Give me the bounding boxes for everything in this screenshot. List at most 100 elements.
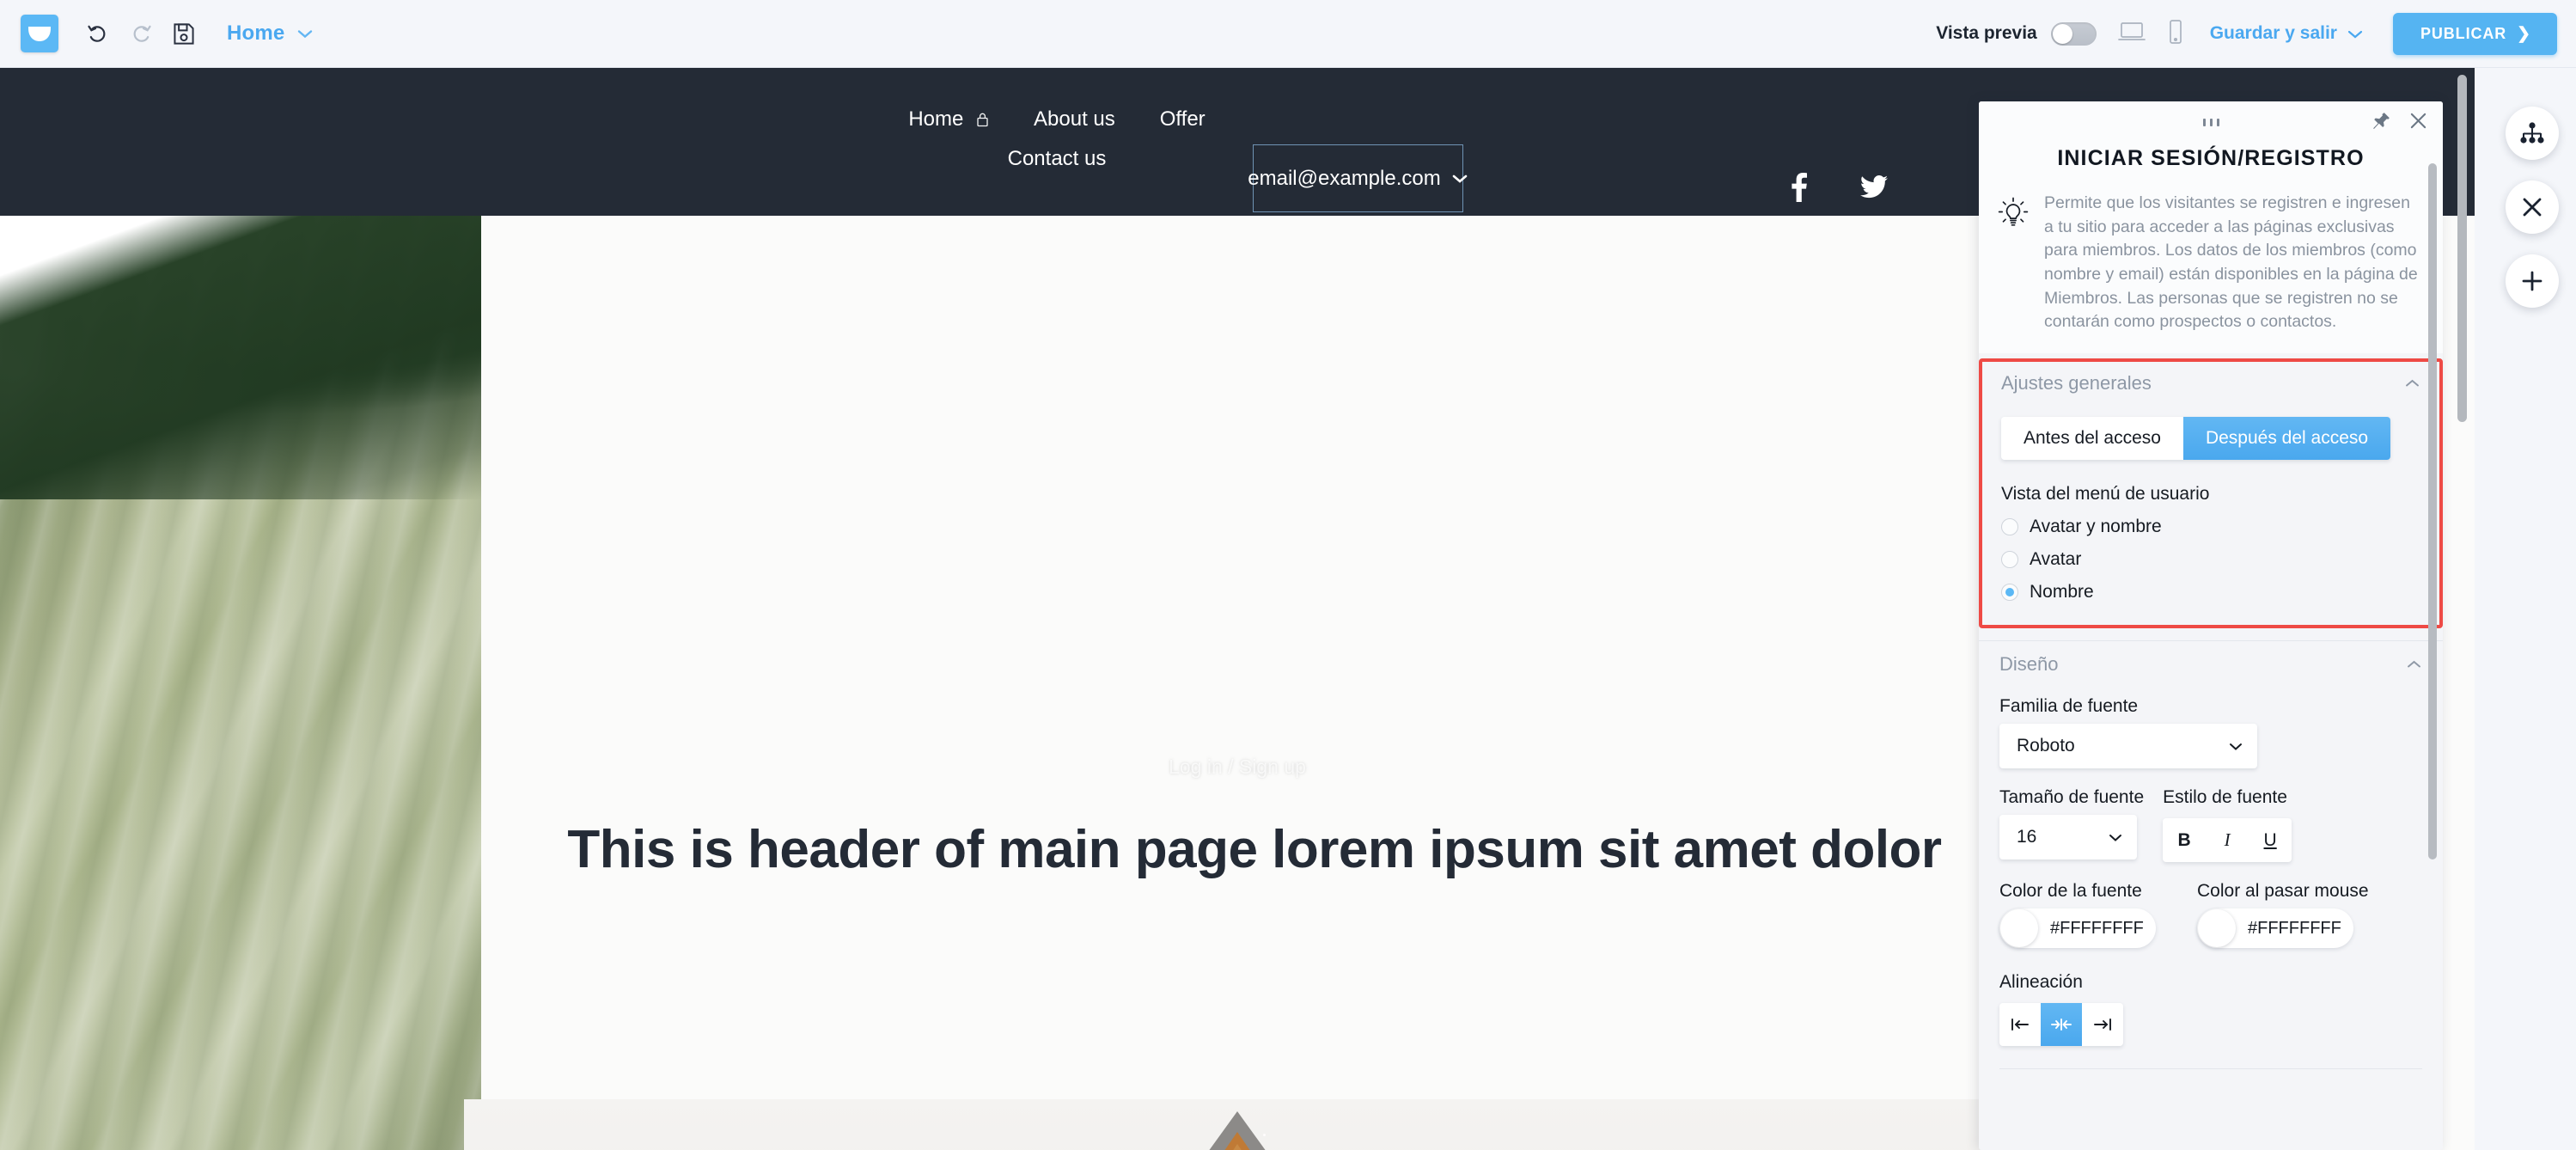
section-design-header[interactable]: Diseño bbox=[1999, 653, 2422, 677]
panel-scrollbar[interactable] bbox=[2428, 163, 2437, 859]
undo-button[interactable] bbox=[82, 18, 113, 49]
user-menu-view-label: Vista del menú de usuario bbox=[2001, 484, 2210, 505]
section-general-header[interactable]: Ajustes generales bbox=[2001, 372, 2420, 396]
font-color-group: Color de la fuente #FFFFFFFF bbox=[1999, 862, 2156, 949]
redo-button[interactable] bbox=[125, 18, 156, 49]
font-family-select[interactable]: Roboto bbox=[1999, 724, 2257, 769]
font-size-group: Tamaño de fuente 16 bbox=[1999, 768, 2144, 862]
segment-before-login[interactable]: Antes del acceso bbox=[2001, 417, 2183, 461]
chevron-down-icon bbox=[298, 30, 313, 39]
align-center-button[interactable] bbox=[2041, 1003, 2082, 1047]
user-menu-chevron-icon bbox=[1451, 173, 1468, 184]
font-size-select[interactable]: 16 bbox=[1999, 815, 2137, 860]
align-center-icon bbox=[2051, 1018, 2072, 1031]
align-right-icon bbox=[2094, 1018, 2111, 1031]
close-icon[interactable] bbox=[2409, 112, 2427, 130]
leaf-photo-dark-overlay bbox=[0, 216, 481, 499]
access-state-segmented-control: Antes del acceso Después del acceso bbox=[2001, 417, 2391, 461]
pin-icon[interactable] bbox=[2372, 112, 2390, 130]
hover-color-value: #FFFFFFFF bbox=[2248, 918, 2341, 938]
section-design-title: Diseño bbox=[1999, 653, 2059, 676]
page-selector-label[interactable]: Home bbox=[227, 21, 284, 46]
font-color-picker[interactable]: #FFFFFFFF bbox=[1999, 908, 2156, 949]
canvas-scrollbar[interactable] bbox=[2457, 75, 2467, 422]
color-row: Color de la fuente #FFFFFFFF Color al pa… bbox=[1999, 862, 2422, 949]
section-general-settings: Ajustes generales Antes del acceso Despu… bbox=[1979, 358, 2443, 629]
publish-button[interactable]: PUBLICAR ❯ bbox=[2392, 12, 2557, 55]
chevron-up-icon[interactable] bbox=[2404, 378, 2420, 388]
nav-item-offer[interactable]: Offer bbox=[1160, 107, 1206, 132]
italic-button[interactable]: I bbox=[2206, 818, 2249, 862]
font-family-label: Familia de fuente bbox=[1999, 696, 2139, 717]
twitter-icon[interactable] bbox=[1860, 175, 1888, 204]
nav-item-contact[interactable]: Contact us bbox=[1008, 147, 1107, 170]
publish-arrow-icon: ❯ bbox=[2517, 24, 2531, 43]
desktop-view-button[interactable] bbox=[2117, 20, 2146, 48]
add-element-button[interactable] bbox=[2506, 254, 2559, 308]
chevron-up-icon[interactable] bbox=[2406, 659, 2422, 670]
radio-icon bbox=[2001, 551, 2018, 569]
floppy-save-icon bbox=[174, 22, 194, 45]
nav-item-home[interactable]: Home bbox=[908, 107, 989, 132]
font-style-buttons: B I U bbox=[2163, 818, 2292, 863]
nav-home-label: Home bbox=[908, 107, 964, 131]
mobile-view-button[interactable] bbox=[2167, 19, 2184, 49]
user-menu-widget[interactable]: email@example.com bbox=[1248, 144, 1468, 212]
nav-row-primary: Home About us Offer bbox=[876, 107, 1237, 132]
hero-heading[interactable]: This is header of main page lorem ipsum … bbox=[481, 817, 2028, 883]
font-style-group: Estilo de fuente B I U bbox=[2163, 768, 2292, 863]
font-style-label: Estilo de fuente bbox=[2163, 787, 2287, 808]
sitemap-button[interactable] bbox=[2506, 107, 2559, 160]
redo-icon bbox=[133, 25, 151, 42]
font-color-value: #FFFFFFFF bbox=[2050, 918, 2144, 938]
font-size-and-style-row: Tamaño de fuente 16 Estilo de fuente B I… bbox=[1999, 768, 2422, 863]
preview-toggle[interactable] bbox=[2050, 21, 2097, 46]
editor-toolbar: Home Vista previa Guardar y salir PUBLIC… bbox=[0, 0, 2576, 68]
alignment-buttons bbox=[1999, 1003, 2123, 1047]
toggle-knob bbox=[2052, 23, 2072, 44]
close-panel-button[interactable] bbox=[2506, 180, 2559, 234]
close-icon bbox=[2523, 198, 2542, 217]
plus-icon bbox=[2522, 271, 2542, 291]
align-right-button[interactable] bbox=[2082, 1003, 2123, 1046]
align-left-button[interactable] bbox=[1999, 1003, 2041, 1046]
save-and-exit-button[interactable]: Guardar y salir bbox=[2210, 23, 2364, 44]
radio-avatar[interactable]: Avatar bbox=[2001, 549, 2420, 570]
mobile-icon bbox=[2169, 19, 2182, 44]
nav-item-about[interactable]: About us bbox=[1034, 107, 1115, 132]
lightbulb-icon bbox=[1996, 195, 2030, 334]
right-action-rail bbox=[2506, 107, 2559, 308]
chevron-down-icon bbox=[2108, 827, 2123, 847]
preview-label: Vista previa bbox=[1936, 23, 2037, 43]
cabin-photo[interactable] bbox=[464, 1099, 2011, 1150]
facebook-icon[interactable] bbox=[1792, 173, 1807, 206]
font-family-value: Roboto bbox=[2017, 736, 2075, 756]
segment-after-login[interactable]: Después del acceso bbox=[2182, 417, 2391, 461]
bold-button[interactable]: B bbox=[2163, 818, 2206, 862]
panel-header-actions bbox=[2372, 112, 2427, 130]
font-color-label: Color de la fuente bbox=[1999, 881, 2142, 902]
save-and-exit-label: Guardar y salir bbox=[2209, 23, 2337, 43]
save-button[interactable] bbox=[168, 18, 199, 49]
app-logo[interactable] bbox=[21, 15, 58, 52]
nav-row-secondary: Contact us bbox=[876, 147, 1237, 171]
radio-name-label: Nombre bbox=[2030, 582, 2094, 603]
page-selector-chevron[interactable] bbox=[296, 28, 314, 40]
alignment-label: Alineación bbox=[1999, 972, 2083, 993]
panel-title: INICIAR SESIÓN/REGISTRO bbox=[1979, 143, 2443, 188]
radio-name[interactable]: Nombre bbox=[2001, 582, 2420, 603]
hover-color-picker[interactable]: #FFFFFFFF bbox=[2197, 908, 2353, 949]
panel-drag-handle[interactable] bbox=[2202, 118, 2219, 126]
radio-avatar-and-name[interactable]: Avatar y nombre bbox=[2001, 517, 2420, 537]
align-left-icon bbox=[2011, 1018, 2029, 1031]
mail-logo-icon bbox=[28, 25, 51, 41]
radio-icon bbox=[2001, 518, 2018, 536]
section-general-title: Ajustes generales bbox=[2001, 372, 2152, 395]
section-design: Diseño Familia de fuente Roboto Tamaño d… bbox=[1979, 640, 2443, 1076]
login-signup-ghost-text[interactable]: Log in / Sign up bbox=[1040, 755, 1435, 779]
social-icons bbox=[1792, 173, 1888, 206]
font-size-label: Tamaño de fuente bbox=[1999, 787, 2145, 808]
underline-button[interactable]: U bbox=[2249, 818, 2292, 862]
publish-label: PUBLICAR bbox=[2420, 24, 2507, 42]
hover-color-group: Color al pasar mouse #FFFFFFFF bbox=[2197, 862, 2369, 949]
